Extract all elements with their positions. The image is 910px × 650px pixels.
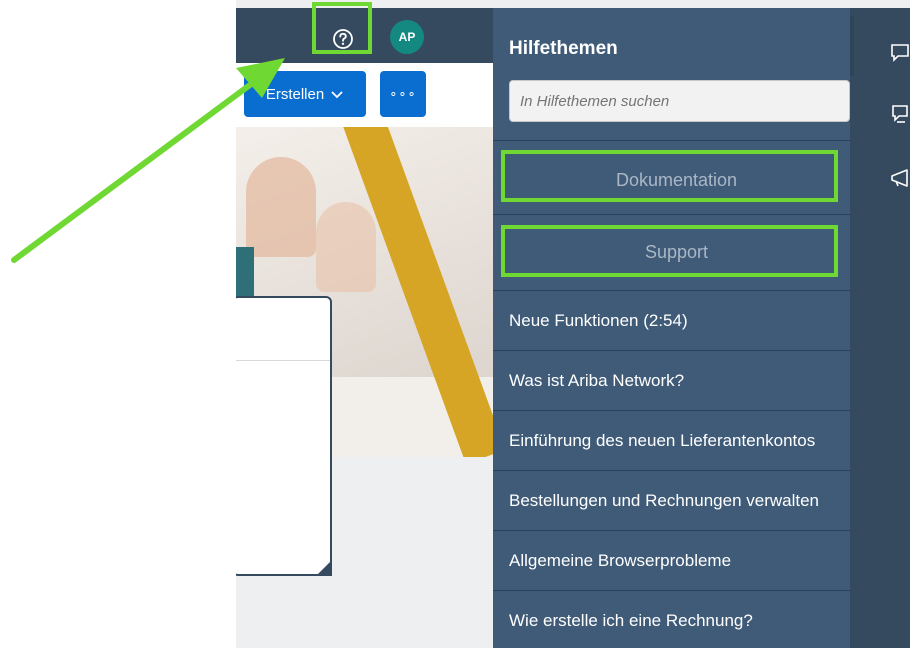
resize-handle[interactable] bbox=[316, 560, 332, 576]
support-button[interactable]: Support bbox=[509, 228, 844, 276]
help-topic-item[interactable]: Neue Funktionen (2:54) bbox=[493, 290, 850, 350]
feedback-icon[interactable] bbox=[886, 100, 910, 128]
right-rail bbox=[850, 8, 910, 648]
create-button-label: Erstellen bbox=[265, 85, 325, 103]
help-topic-label: Bestellungen und Rechnungen verwalten bbox=[509, 490, 820, 510]
help-topic-item[interactable]: Wie erstelle ich eine Rechnung? bbox=[493, 590, 850, 650]
help-topic-label: Einführung des neuen Lieferantenkontos bbox=[509, 430, 816, 450]
help-search-input[interactable] bbox=[509, 80, 850, 122]
help-topic-item[interactable]: Allgemeine Browserprobleme bbox=[493, 530, 850, 590]
card-divider bbox=[236, 360, 330, 361]
chair-shape bbox=[316, 202, 376, 292]
panel-divider bbox=[493, 140, 850, 141]
documentation-button[interactable]: Dokumentation bbox=[509, 156, 844, 204]
help-button[interactable] bbox=[316, 16, 370, 62]
chair-shape bbox=[246, 157, 316, 257]
chevron-down-icon bbox=[331, 91, 343, 99]
help-topic-item[interactable]: Einführung des neuen Lieferantenkontos bbox=[493, 410, 850, 470]
help-topic-label: Wie erstelle ich eine Rechnung? bbox=[509, 610, 753, 630]
help-topic-label: Was ist Ariba Network? bbox=[509, 370, 685, 390]
help-panel-title: Hilfethemen bbox=[509, 38, 618, 59]
help-topic-label: Neue Funktionen (2:54) bbox=[509, 310, 688, 330]
content-card bbox=[236, 296, 332, 576]
rail-scroll-thumb[interactable] bbox=[850, 16, 854, 76]
help-topic-label: Allgemeine Browserprobleme bbox=[509, 550, 732, 570]
more-options-icon: ∘∘∘ bbox=[389, 86, 417, 101]
create-button[interactable]: Erstellen bbox=[244, 71, 366, 117]
question-circle-icon bbox=[333, 29, 353, 49]
chat-icon[interactable] bbox=[886, 38, 910, 66]
help-panel: Hilfethemen Dokumentation Support Neue F… bbox=[493, 8, 850, 648]
user-avatar[interactable]: AP bbox=[390, 20, 424, 54]
help-topic-item[interactable]: Was ist Ariba Network? bbox=[493, 350, 850, 410]
megaphone-icon[interactable] bbox=[886, 164, 910, 192]
panel-divider bbox=[493, 214, 850, 215]
help-topic-item[interactable]: Bestellungen und Rechnungen verwalten bbox=[493, 470, 850, 530]
more-options-button[interactable]: ∘∘∘ bbox=[380, 71, 426, 117]
